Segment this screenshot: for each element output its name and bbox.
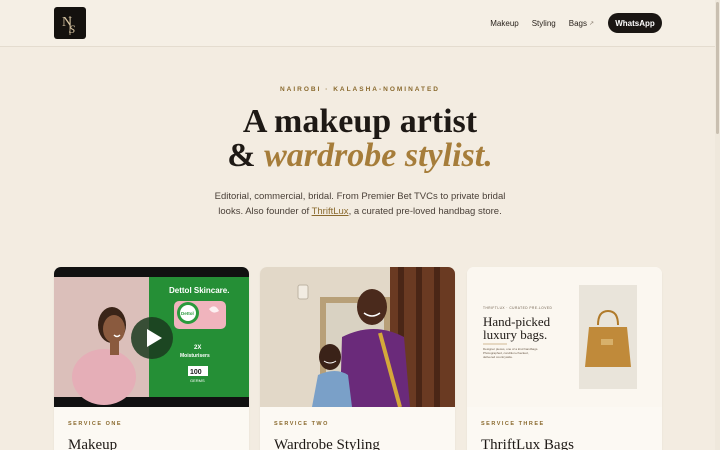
nav-links: Makeup Styling Bags ↗ WhatsApp [490,13,662,33]
nav-link-styling[interactable]: Styling [532,19,556,28]
service-card-bags[interactable]: THRIFTLUX · CURATED PRE-LOVED Hand-picke… [467,267,662,450]
nav-link-makeup[interactable]: Makeup [490,19,518,28]
headline-line2: & wardrobe stylist. [0,139,720,173]
logo-monogram-icon: N S [62,15,75,36]
hero: NAIROBI · KALASHA-NOMINATED A makeup art… [0,86,720,219]
thriftlux-promo-art: THRIFTLUX · CURATED PRE-LOVED Hand-picke… [467,267,662,407]
claim-moisturisers: Moisturisers [180,353,210,359]
service-title: ThriftLux Bags [481,437,574,450]
claim-2x: 2X [194,345,201,351]
service-label: SERVICE ONE [68,421,122,427]
scrollbar[interactable] [715,0,720,450]
service-title: Wardrobe Styling [274,437,380,450]
germs-count: 100 [190,369,202,376]
headline-amp: & [227,137,265,174]
scrollbar-thumb[interactable] [716,2,719,134]
service-card-makeup[interactable]: Dettol Skincare. Dettol 2X Moisturisers … [54,267,249,450]
nav-link-bags-label: Bags [568,18,587,28]
external-link-icon: ↗ [588,20,594,27]
subtitle-line2-suffix: , a curated pre-loved handbag store. [348,206,502,217]
service-title: Makeup [68,437,118,450]
promo-headline-2: luxury bags. [483,327,547,342]
dettol-pack-text: Dettol [181,311,194,316]
logo[interactable]: N S [54,7,86,39]
headline-accent: wardrobe stylist. [264,137,493,174]
germs-label: GERMS [190,378,205,383]
hero-headline: A makeup artist & wardrobe stylist. [0,105,720,173]
service-label: SERVICE THREE [481,421,545,427]
nav-link-bags[interactable]: Bags ↗ [569,19,594,28]
play-icon[interactable] [131,317,173,359]
service-label: SERVICE TWO [274,421,329,427]
subtitle-line2-prefix: looks. Also founder of [218,206,312,217]
styling-photo [260,267,455,407]
thriftlux-link[interactable]: ThriftLux [312,206,349,217]
top-nav: N S Makeup Styling Bags ↗ WhatsApp [0,0,720,47]
makeup-video[interactable]: Dettol Skincare. Dettol 2X Moisturisers … [54,267,249,407]
headline-line1: A makeup artist [242,103,478,140]
promo-body-3: delivered countrywide. [483,355,513,359]
hero-subtitle: Editorial, commercial, bridal. From Prem… [0,189,720,219]
styling-photo-illustration [260,267,455,407]
whatsapp-button[interactable]: WhatsApp [608,13,662,33]
service-card-styling[interactable]: SERVICE TWO Wardrobe Styling [260,267,455,450]
subtitle-line1: Editorial, commercial, bridal. From Prem… [214,191,506,202]
thriftlux-promo: THRIFTLUX · CURATED PRE-LOVED Hand-picke… [467,267,662,407]
hero-eyebrow: NAIROBI · KALASHA-NOMINATED [279,86,441,93]
dettol-brand: Dettol Skincare. [169,286,229,295]
promo-eyebrow: THRIFTLUX · CURATED PRE-LOVED [483,306,553,310]
service-cards: Dettol Skincare. Dettol 2X Moisturisers … [54,267,662,450]
